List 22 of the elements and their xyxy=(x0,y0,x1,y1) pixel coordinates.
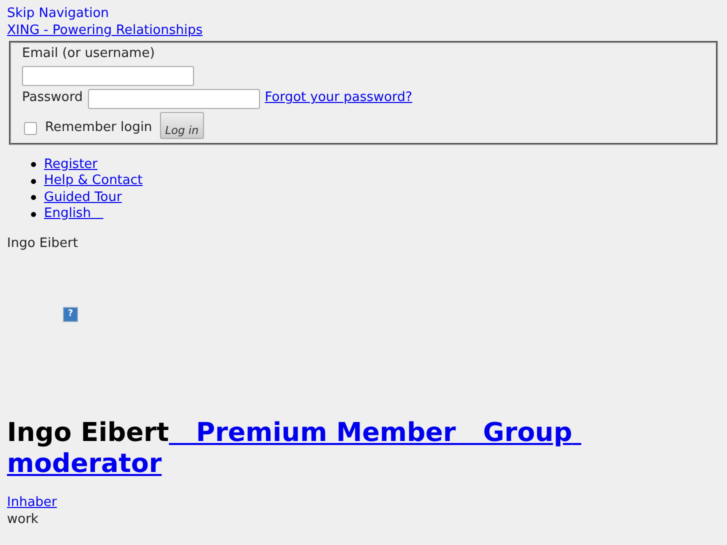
field-label: Email (or username) xyxy=(22,46,155,62)
skip-navigation-link[interactable]: Skip Navigation xyxy=(7,6,109,21)
bullet-icon xyxy=(31,212,36,217)
logo-link[interactable]: XING - Powering Relationships xyxy=(7,22,203,38)
nav-link[interactable]: Register xyxy=(44,156,98,173)
input-field[interactable] xyxy=(22,66,194,86)
field-label: Password xyxy=(22,90,83,107)
forgot-password-link[interactable]: Forgot your password? xyxy=(264,90,412,107)
bullet-icon xyxy=(31,162,36,168)
checkbox-label: Remember login xyxy=(45,120,152,136)
nav-link[interactable]: Guided Tour xyxy=(44,190,122,206)
role-label: work xyxy=(7,512,38,526)
role-link[interactable]: Inhaber xyxy=(7,495,57,510)
nav-link[interactable]: English xyxy=(44,206,104,222)
nav-link[interactable]: Help & Contact xyxy=(44,173,143,190)
bullet-icon xyxy=(31,195,36,200)
checkbox[interactable] xyxy=(24,122,37,134)
help-icon: ? xyxy=(63,307,78,322)
profile-name: Ingo Eibert xyxy=(7,236,78,250)
login-button[interactable]: Log in xyxy=(160,112,204,138)
bullet-icon xyxy=(31,178,36,184)
input-field[interactable] xyxy=(88,88,260,108)
